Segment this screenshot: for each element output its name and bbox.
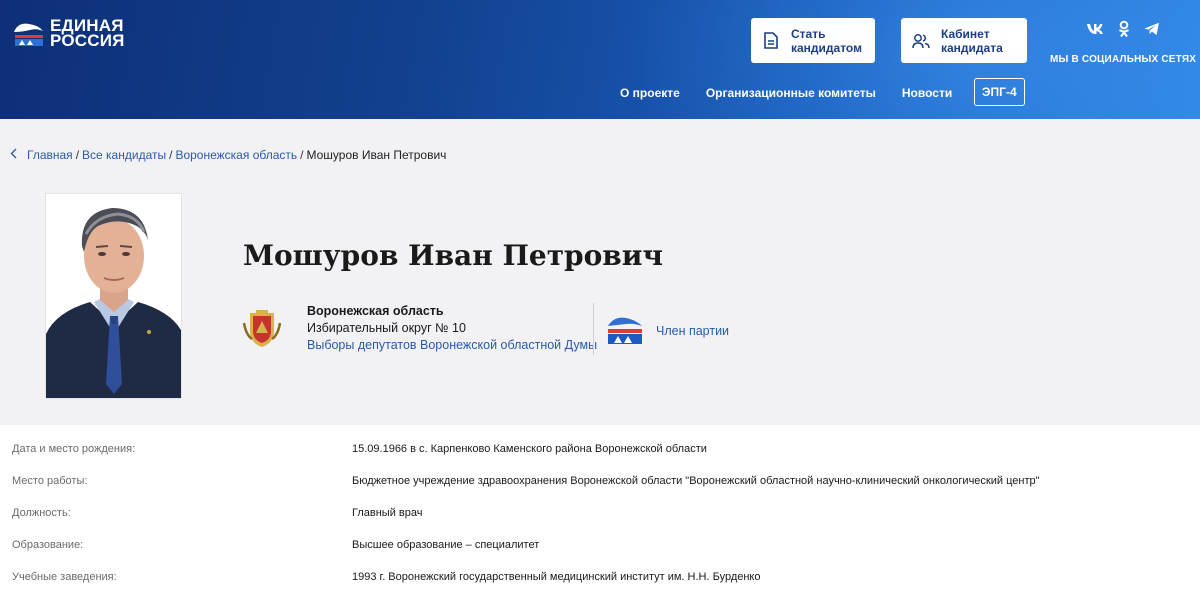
- coat-of-arms-icon: [242, 309, 282, 349]
- vk-icon[interactable]: [1086, 22, 1104, 40]
- detail-label: Образование:: [12, 539, 84, 551]
- ok-icon[interactable]: [1118, 20, 1130, 43]
- users-icon: [911, 31, 931, 51]
- breadcrumb: Главная / Все кандидаты / Воронежская об…: [10, 147, 446, 162]
- cabinet-line-2: кандидата: [941, 40, 1003, 55]
- detail-value: Бюджетное учреждение здравоохранения Вор…: [352, 475, 1040, 487]
- social-block: МЫ В СОЦИАЛЬНЫХ СЕТЯХ: [1050, 20, 1197, 65]
- nav-news[interactable]: Новости: [902, 86, 952, 100]
- detail-value: 1993 г. Воронежский государственный меди…: [352, 571, 761, 583]
- breadcrumb-region[interactable]: Воронежская область: [175, 148, 297, 162]
- breadcrumb-home[interactable]: Главная: [27, 148, 73, 162]
- logo-text: ЕДИНАЯ РОССИЯ: [50, 17, 125, 50]
- nav-about[interactable]: О проекте: [620, 86, 680, 100]
- divider: [593, 303, 594, 355]
- region-name: Воронежская область: [307, 304, 444, 318]
- become-candidate-button[interactable]: Стать кандидатом: [751, 18, 875, 63]
- main-nav: О проекте Организационные комитеты Новос…: [620, 78, 1025, 106]
- detail-label: Место работы:: [12, 475, 88, 487]
- party-logo[interactable]: ЕДИНАЯ РОССИЯ: [12, 17, 125, 50]
- detail-value: Главный врач: [352, 507, 423, 519]
- cabinet-line-1: Кабинет: [941, 26, 990, 41]
- nav-epg-button[interactable]: ЭПГ-4: [974, 78, 1025, 106]
- detail-row-position: Должность: Главный врач: [0, 489, 1200, 521]
- detail-row-workplace: Место работы: Бюджетное учреждение здрав…: [0, 457, 1200, 489]
- candidate-name: Мошуров Иван Петрович: [243, 239, 664, 272]
- document-icon: [761, 31, 781, 51]
- detail-label: Дата и место рождения:: [12, 443, 136, 455]
- party-membership: Член партии: [606, 314, 729, 348]
- detail-row-birth: Дата и место рождения: 15.09.1966 в с. К…: [0, 425, 1200, 457]
- detail-label: Должность:: [12, 507, 71, 519]
- social-label: МЫ В СОЦИАЛЬНЫХ СЕТЯХ: [1050, 54, 1197, 65]
- telegram-icon[interactable]: [1144, 22, 1160, 41]
- become-candidate-line-1: Стать: [791, 26, 826, 41]
- candidate-cabinet-button[interactable]: Кабинет кандидата: [901, 18, 1027, 63]
- breadcrumb-current: Мошуров Иван Петрович: [306, 147, 447, 162]
- membership-label[interactable]: Член партии: [656, 324, 729, 338]
- detail-row-institutions: Учебные заведения: 1993 г. Воронежский г…: [0, 553, 1200, 585]
- breadcrumb-all-candidates[interactable]: Все кандидаты: [82, 148, 166, 162]
- election-link[interactable]: Выборы депутатов Воронежской областной Д…: [307, 337, 597, 354]
- region-block: Воронежская область Избирательный округ …: [242, 303, 597, 354]
- detail-value: 15.09.1966 в с. Карпенково Каменского ра…: [352, 443, 707, 455]
- bear-logo-icon: [12, 18, 46, 48]
- candidate-photo: [45, 193, 182, 399]
- detail-label: Учебные заведения:: [12, 571, 117, 583]
- detail-row-education: Образование: Высшее образование – специа…: [0, 521, 1200, 553]
- nav-committees[interactable]: Организационные комитеты: [706, 86, 876, 100]
- profile-section: Главная / Все кандидаты / Воронежская об…: [0, 119, 1200, 425]
- details-table: Дата и место рождения: 15.09.1966 в с. К…: [0, 425, 1200, 585]
- party-bear-icon: [606, 314, 644, 348]
- chevron-left-icon[interactable]: [10, 147, 17, 162]
- site-header: ЕДИНАЯ РОССИЯ Стать кандидатом Кабинет к…: [0, 0, 1200, 119]
- logo-line-2: РОССИЯ: [50, 31, 125, 50]
- electoral-district: Избирательный округ № 10: [307, 321, 466, 335]
- become-candidate-line-2: кандидатом: [791, 40, 862, 55]
- detail-value: Высшее образование – специалитет: [352, 539, 540, 551]
